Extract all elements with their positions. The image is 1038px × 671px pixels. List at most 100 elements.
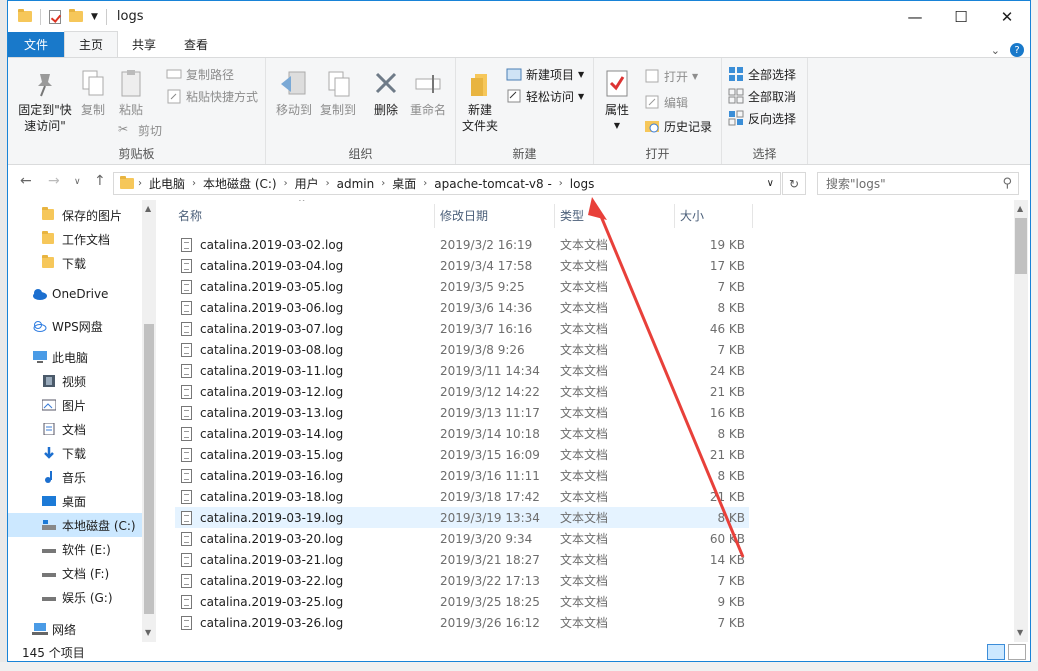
select-all-button[interactable]: 全部选择	[728, 64, 796, 84]
table-row[interactable]: catalina.2019-03-04.log 2019/3/4 17:58 文本文…	[175, 255, 749, 276]
breadcrumb-users[interactable]: 用户	[288, 175, 326, 192]
details-view-button[interactable]	[987, 644, 1005, 660]
nav-item-saved-pictures[interactable]: 保存的图片	[8, 203, 142, 227]
table-row[interactable]: catalina.2019-03-05.log 2019/3/5 9:25 文本文档…	[175, 276, 749, 297]
file-list-scrollbar[interactable]: ▲ ▼	[1014, 200, 1028, 642]
nav-item-work-docs[interactable]: 工作文档	[8, 227, 142, 251]
breadcrumb-logs[interactable]: logs	[563, 177, 602, 191]
chevron-down-icon[interactable]: ▼	[91, 12, 98, 22]
nav-item-onedrive[interactable]: OneDrive	[8, 282, 142, 306]
breadcrumb-tomcat[interactable]: apache-tomcat-v8 -	[427, 177, 559, 191]
table-row[interactable]: catalina.2019-03-11.log 2019/3/11 14:34 文本…	[175, 360, 749, 381]
move-to-button[interactable]: 移动到	[274, 68, 314, 118]
copy-to-button[interactable]: 复制到	[318, 68, 358, 118]
column-header-date[interactable]: 修改日期	[440, 200, 488, 230]
new-folder-button[interactable]: 新建 文件夹	[460, 68, 500, 134]
computer-icon	[32, 351, 47, 363]
nav-item-documents[interactable]: 文档	[8, 417, 142, 441]
nav-item-local-disk-c[interactable]: 本地磁盘 (C:)	[8, 513, 142, 537]
table-row[interactable]: catalina.2019-03-08.log 2019/3/8 9:26 文本文档…	[175, 339, 749, 360]
nav-item-drive-g[interactable]: 娱乐 (G:)	[8, 585, 142, 609]
nav-item-network[interactable]: 网络	[8, 617, 142, 641]
search-box[interactable]: 搜索"logs" ⚲	[817, 172, 1019, 195]
collapse-ribbon-icon[interactable]: ⌄	[991, 44, 1000, 57]
nav-item-pictures[interactable]: 图片	[8, 393, 142, 417]
chevron-down-icon[interactable]: ∨	[767, 178, 774, 189]
table-row[interactable]: catalina.2019-03-26.log 2019/3/26 16:12 文本…	[175, 612, 749, 633]
table-row[interactable]: catalina.2019-03-25.log 2019/3/25 18:25 文本…	[175, 591, 749, 612]
column-header-name[interactable]: 名称	[178, 200, 202, 230]
tab-file[interactable]: 文件	[8, 32, 65, 57]
breadcrumb-this-pc[interactable]: 此电脑	[142, 175, 192, 192]
column-header-type[interactable]: 类型	[560, 200, 584, 230]
table-row[interactable]: catalina.2019-03-13.log 2019/3/13 11:17 文本…	[175, 402, 749, 423]
new-folder-icon[interactable]	[69, 9, 83, 22]
table-row[interactable]: catalina.2019-03-12.log 2019/3/12 14:22 文本…	[175, 381, 749, 402]
paste-button[interactable]: 粘贴	[114, 68, 148, 118]
table-row[interactable]: catalina.2019-03-07.log 2019/3/7 16:16 文本文…	[175, 318, 749, 339]
cut-button[interactable]: ✂ 剪切	[118, 120, 162, 140]
paste-shortcut-button[interactable]: 粘贴快捷方式	[166, 86, 258, 106]
back-arrow-icon[interactable]: ←	[20, 173, 32, 189]
scroll-down-icon[interactable]: ▼	[145, 628, 151, 637]
properties-button[interactable]: 属性 ▼	[600, 68, 634, 134]
nav-item-desktop[interactable]: 桌面	[8, 489, 142, 513]
recent-locations-icon[interactable]: ∨	[74, 177, 81, 187]
table-row[interactable]: catalina.2019-03-21.log 2019/3/21 18:27 文本…	[175, 549, 749, 570]
minimize-button[interactable]: —	[892, 1, 938, 32]
table-row[interactable]: catalina.2019-03-14.log 2019/3/14 10:18 文本…	[175, 423, 749, 444]
delete-button[interactable]: 删除	[370, 68, 402, 118]
text-file-icon	[181, 531, 192, 546]
table-row[interactable]: catalina.2019-03-06.log 2019/3/6 14:36 文本文…	[175, 297, 749, 318]
pin-quick-access-button[interactable]: 固定到"快 速访问"	[14, 68, 76, 134]
address-bar[interactable]: › 此电脑 › 本地磁盘 (C:) › 用户 › admin › 桌面 › ap…	[113, 172, 781, 195]
tab-home[interactable]: 主页	[64, 31, 119, 57]
tab-share[interactable]: 共享	[118, 32, 170, 57]
rename-button[interactable]: 重命名	[406, 68, 450, 118]
maximize-button[interactable]: ☐	[938, 1, 984, 32]
easy-access-button[interactable]: 轻松访问 ▼	[506, 86, 584, 106]
text-file-icon	[181, 321, 192, 336]
nav-scrollbar-thumb[interactable]	[144, 324, 154, 614]
invert-selection-button[interactable]: 反向选择	[728, 108, 796, 128]
table-row[interactable]: catalina.2019-03-16.log 2019/3/16 11:11 文本…	[175, 465, 749, 486]
properties-icon[interactable]	[49, 9, 61, 24]
copy-path-button[interactable]: 复制路径	[166, 64, 234, 84]
nav-item-videos[interactable]: 视频	[8, 369, 142, 393]
table-row[interactable]: catalina.2019-03-22.log 2019/3/22 17:13 文本…	[175, 570, 749, 591]
table-row[interactable]: catalina.2019-03-18.log 2019/3/18 17:42 文本…	[175, 486, 749, 507]
copy-button[interactable]: 复制	[76, 68, 110, 118]
nav-item-drive-e[interactable]: 软件 (E:)	[8, 537, 142, 561]
open-button[interactable]: 打开 ▼	[644, 66, 698, 86]
large-icons-view-button[interactable]	[1008, 644, 1026, 660]
close-button[interactable]: ✕	[984, 1, 1030, 32]
table-row[interactable]: catalina.2019-03-15.log 2019/3/15 16:09 文本…	[175, 444, 749, 465]
help-icon[interactable]: ?	[1010, 43, 1024, 57]
nav-item-this-pc[interactable]: 此电脑	[8, 345, 142, 369]
scroll-up-icon[interactable]: ▲	[1017, 204, 1023, 213]
table-row[interactable]: catalina.2019-03-19.log 2019/3/19 13:34 文本…	[175, 507, 749, 528]
nav-item-music[interactable]: 音乐	[8, 465, 142, 489]
nav-item-downloads[interactable]: 下载	[8, 441, 142, 465]
table-row[interactable]: catalina.2019-03-02.log 2019/3/2 16:19 文本文…	[175, 234, 749, 255]
table-row[interactable]: catalina.2019-03-20.log 2019/3/20 9:34 文本文…	[175, 528, 749, 549]
edit-button[interactable]: 编辑	[644, 92, 688, 112]
forward-arrow-icon[interactable]: →	[48, 173, 60, 189]
scroll-up-icon[interactable]: ▲	[145, 204, 151, 213]
breadcrumb-admin[interactable]: admin	[330, 177, 382, 191]
nav-item-wps-drive[interactable]: WPS网盘	[8, 314, 142, 338]
nav-scrollbar[interactable]: ▲ ▼	[142, 200, 156, 642]
up-arrow-icon[interactable]: ↑	[94, 173, 106, 189]
column-header-size[interactable]: 大小	[680, 200, 704, 230]
new-item-button[interactable]: 新建项目 ▼	[506, 64, 584, 84]
tab-view[interactable]: 查看	[170, 32, 222, 57]
breadcrumb-local-disk[interactable]: 本地磁盘 (C:)	[196, 175, 284, 192]
select-none-button[interactable]: 全部取消	[728, 86, 796, 106]
breadcrumb-desktop[interactable]: 桌面	[385, 175, 423, 192]
history-button[interactable]: 历史记录	[644, 116, 712, 136]
scroll-down-icon[interactable]: ▼	[1017, 628, 1023, 637]
file-list-scrollbar-thumb[interactable]	[1015, 218, 1027, 274]
refresh-button[interactable]: ↻	[782, 172, 806, 195]
nav-item-downloads-folder[interactable]: 下载	[8, 251, 142, 275]
nav-item-drive-f[interactable]: 文档 (F:)	[8, 561, 142, 585]
